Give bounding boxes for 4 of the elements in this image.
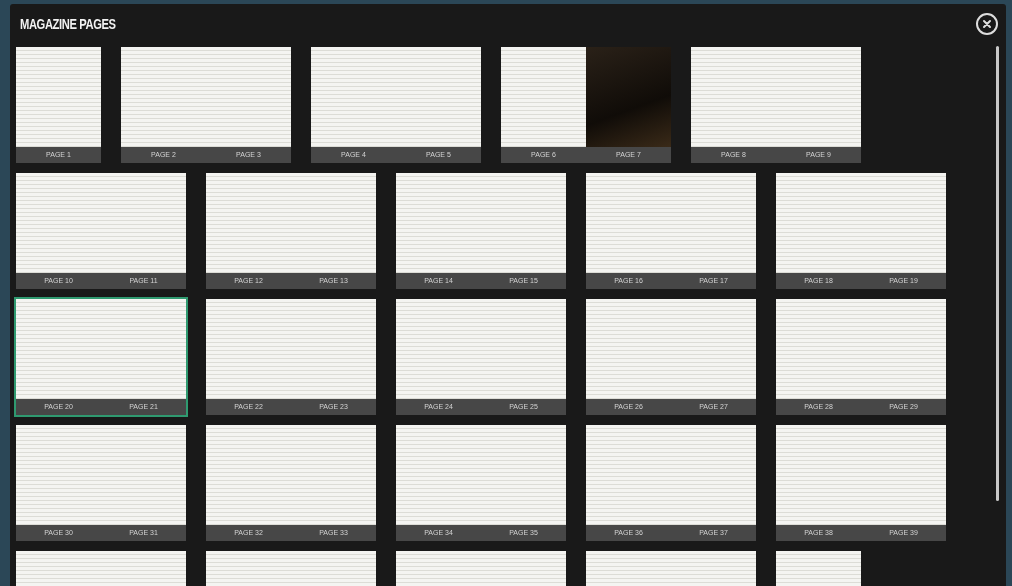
- close-button[interactable]: [976, 13, 998, 35]
- scrollbar-thumb[interactable]: [996, 46, 999, 501]
- dialog-title: MAGAZINE PAGES: [20, 16, 116, 32]
- close-icon: [982, 19, 992, 29]
